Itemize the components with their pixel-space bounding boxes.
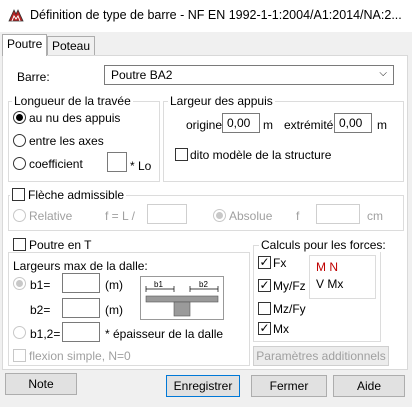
coefficient-unit: * Lo [130,159,152,173]
title-bar: Définition de type de barre - NF EN 1992… [0,0,412,32]
barre-selected: Poutre BA2 [111,68,173,82]
b2-input[interactable] [62,298,100,318]
diagram-b2-label: b2 [199,280,208,289]
b2-unit: (m) [105,303,123,317]
t-beam-diagram: b1 b2 [140,276,224,320]
dito-label: dito modèle de la structure [190,148,332,162]
tab-poutre[interactable]: Poutre [2,34,48,56]
relative-input[interactable] [147,204,187,224]
b1-input[interactable] [62,273,100,293]
barre-label: Barre: [17,70,50,84]
mx-label: Mx [273,322,289,336]
b12-label: b1,2= [30,327,61,341]
radio-entre-axes[interactable] [13,134,26,147]
largeur-title: Largeur des appuis [168,94,275,108]
poutre-t-label: Poutre en T [29,238,92,252]
radio-b1-b2[interactable] [13,277,26,290]
radio-coefficient[interactable] [13,157,26,170]
tab-poteau[interactable]: Poteau [47,36,96,56]
chevron-down-icon: ⌵ [379,68,387,79]
save-button[interactable]: Enregistrer [166,375,240,397]
bar-definition-icon [8,9,24,22]
mzfy-label: Mz/Fy [273,302,306,316]
myfz-label: My/Fz [273,279,306,293]
extremite-label: extrémité [284,118,334,132]
longueur-title: Longueur de la travée [12,94,133,108]
diagram-b1-label: b1 [154,280,163,289]
radio-absolue[interactable] [213,209,226,222]
relative-formula: f = L / [105,209,135,223]
absolue-f-label: f [296,209,300,223]
note-button[interactable]: Note [5,373,77,395]
fx-checkbox[interactable]: ✓ [258,256,271,269]
absolue-unit: cm [367,209,383,223]
b1-unit: (m) [105,278,123,292]
label-au-nu: au nu des appuis [29,111,121,125]
help-button[interactable]: Aide [333,375,405,397]
origine-label: origine [186,118,223,132]
b2-label: b2= [30,303,51,317]
relative-label: Relative [29,209,73,223]
extremite-unit: m [377,118,387,132]
b12-suffix: * épaisseur de la dalle [105,327,224,341]
dito-checkbox[interactable] [175,148,188,161]
barre-select[interactable]: Poutre BA2 ⌵ [104,65,394,85]
myfz-checkbox[interactable]: ✓ [258,279,271,292]
largeurs-title: Largeurs max de la dalle: [13,259,148,273]
fleche-header: Flèche admissible [10,188,127,202]
radio-b12[interactable] [13,326,26,339]
origine-input[interactable] [222,113,260,133]
close-button[interactable]: Fermer [251,375,327,397]
list-item[interactable]: V Mx [316,277,343,291]
params-additionnels-button[interactable]: Paramètres additionnels [253,346,389,366]
fleche-checkbox[interactable] [12,188,25,201]
absolue-label: Absolue [229,209,273,223]
coefficient-input[interactable] [107,152,127,172]
mx-checkbox[interactable]: ✓ [258,322,271,335]
label-entre-axes: entre les axes [29,134,104,148]
mzfy-checkbox[interactable] [258,302,271,315]
calculs-title: Calculs pour les forces: [259,238,388,252]
fleche-label: Flèche admissible [28,188,125,202]
absolue-input[interactable] [316,204,360,224]
flexion-label: flexion simple, N=0 [29,349,131,363]
flexion-checkbox[interactable] [13,349,26,362]
origine-unit: m [263,118,273,132]
b12-input[interactable] [62,322,100,342]
list-item[interactable]: M N [316,260,338,274]
poutre-t-checkbox[interactable] [13,238,26,251]
extremite-input[interactable] [334,113,372,133]
radio-au-nu[interactable] [13,111,26,124]
radio-relative[interactable] [13,209,26,222]
fx-label: Fx [273,256,287,270]
window-title: Définition de type de barre - NF EN 1992… [30,8,402,22]
calculs-list[interactable]: M N V Mx [309,255,376,299]
label-coefficient: coefficient [29,157,83,171]
b1-label: b1= [30,278,51,292]
